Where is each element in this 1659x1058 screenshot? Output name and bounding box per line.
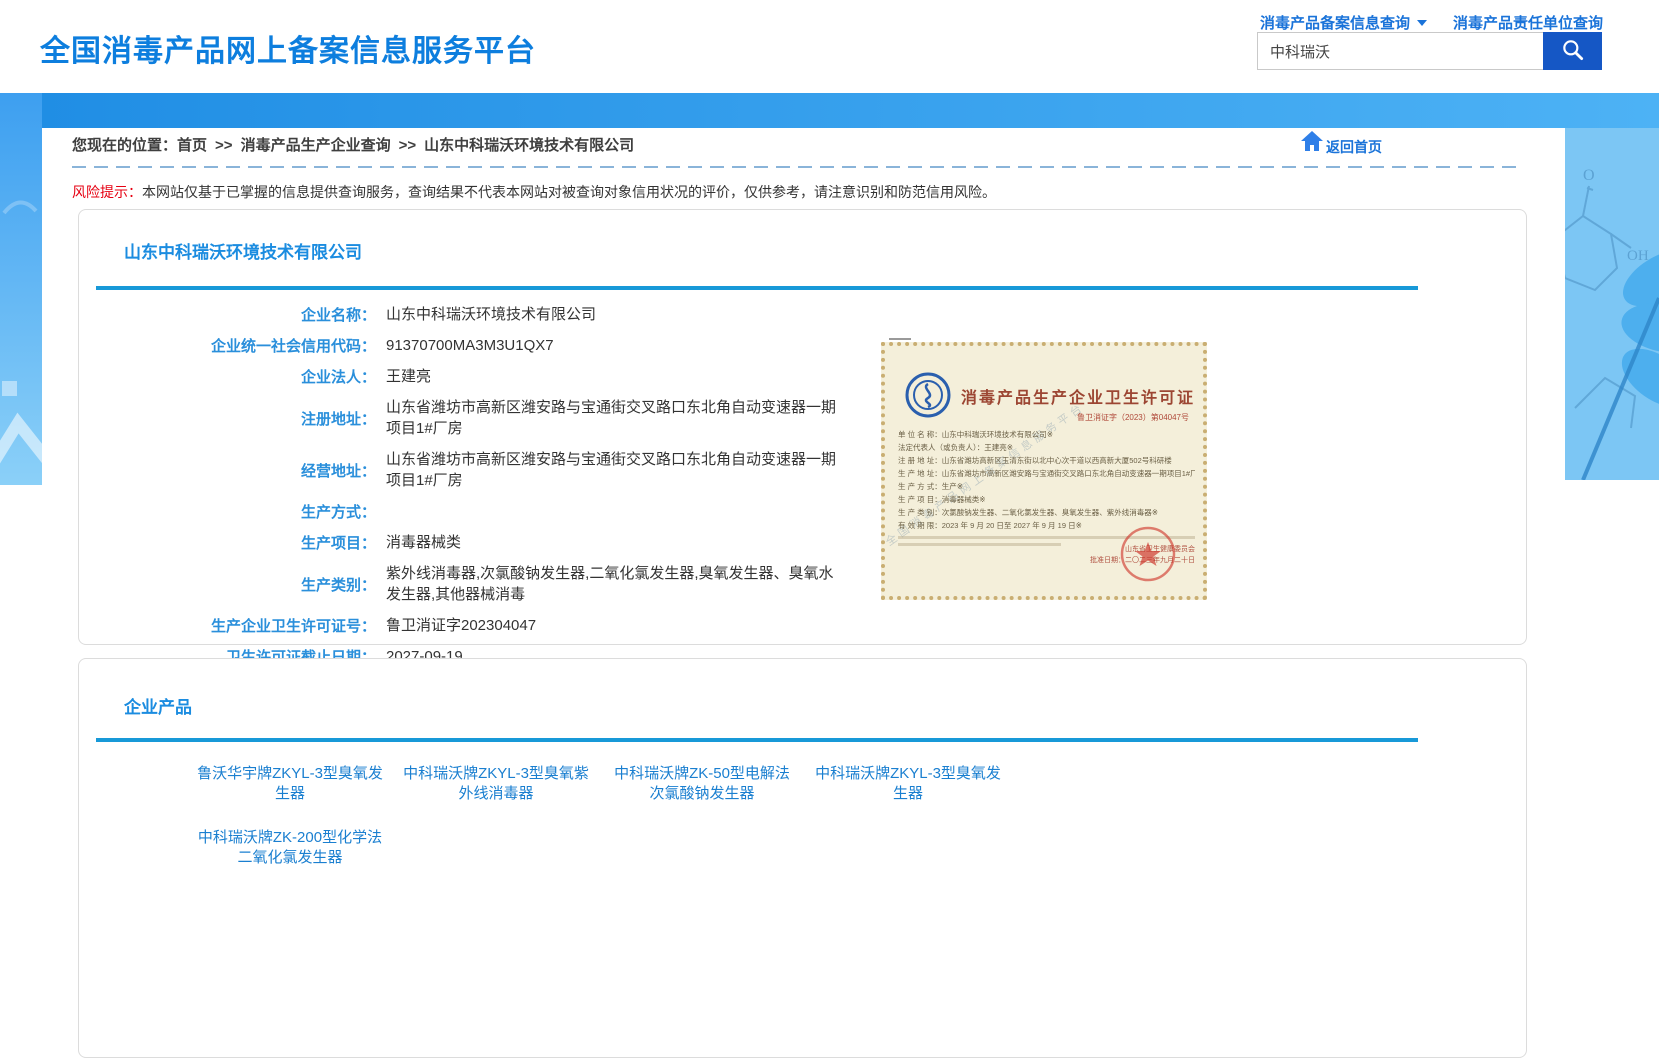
field-value: 鲁卫消证字202304047 [386,615,846,636]
certificate-line: 法定代表人（或负责人）：王建亮※ [898,441,1195,454]
svg-text:O: O [1583,167,1595,184]
search-bar [1257,32,1602,70]
certificate-number: 鲁卫消证字（2023）第04047号 [1077,412,1189,423]
field-row: 生产项目： 消毒器械类 [79,532,949,553]
card-title-divider [96,286,1418,290]
search-button[interactable] [1543,32,1602,70]
breadcrumb-enterprise-query[interactable]: 消毒产品生产企业查询 [241,137,391,154]
field-row: 生产方式： [79,501,949,522]
search-icon [1560,37,1586,66]
search-input[interactable] [1257,32,1543,70]
breadcrumb-separator: >> [399,137,417,154]
return-home-label: 返回首页 [1326,137,1382,157]
products-card: 企业产品 鲁沃华宇牌ZKYL-3型臭氧发生器 中科瑞沃牌ZKYL-3型臭氧紫外线… [78,658,1527,1058]
field-label: 企业法人： [79,366,376,387]
breadcrumb-separator: >> [215,137,233,154]
field-label: 经营地址： [79,460,376,481]
certificate-line: 生 产 方 式：生产※ [898,480,1195,493]
field-value: 山东省潍坊市高新区潍安路与宝通街交叉路口东北角自动变速器一期项目1#厂房 [386,397,846,439]
page-title: 全国消毒产品网上备案信息服务平台 [40,26,536,70]
field-value: 紫外线消毒器,次氯酸钠发生器,二氧化氯发生器,臭氧发生器、臭氧水发生器,其他器械… [386,563,846,605]
nav-record-info-query[interactable]: 消毒产品备案信息查询 [1260,12,1427,33]
field-label: 生产企业卫生许可证号： [79,615,376,636]
risk-notice: 风险提示：本网站仅基于已掌握的信息提供查询服务，查询结果不代表本网站对被查询对象… [72,182,996,202]
field-row: 生产企业卫生许可证号： 鲁卫消证字202304047 [79,615,949,636]
field-label: 企业名称： [79,304,376,325]
field-row: 经营地址： 山东省潍坊市高新区潍安路与宝通街交叉路口东北角自动变速器一期项目1#厂… [79,449,949,491]
top-nav: 消毒产品备案信息查询 消毒产品责任单位查询 [1260,12,1603,33]
certificate-line: 生 产 地 址：山东省潍坊市高新区潍安路与宝通街交叉路口东北角自动变速器一期项目… [898,467,1195,480]
field-label: 注册地址： [79,408,376,429]
risk-notice-text: 本网站仅基于已掌握的信息提供查询服务，查询结果不代表本网站对被查询对象信用状况的… [142,184,996,200]
field-label: 企业统一社会信用代码： [79,335,376,356]
product-link[interactable]: 鲁沃华宇牌ZKYL-3型臭氧发生器 [187,764,393,804]
fine-print-decor [898,543,1061,546]
product-link[interactable]: 中科瑞沃牌ZK-50型电解法次氯酸钠发生器 [599,764,805,804]
return-home-link[interactable]: 返回首页 [1300,130,1382,157]
product-link[interactable]: 中科瑞沃牌ZK-200型化学法二氧化氯发生器 [187,828,393,868]
field-row: 企业名称： 山东中科瑞沃环境技术有限公司 [79,304,949,325]
card-title-divider [96,738,1418,742]
red-seal-icon [1119,525,1177,588]
field-value: 山东省潍坊市高新区潍安路与宝通街交叉路口东北角自动变速器一期项目1#厂房 [386,449,846,491]
product-link[interactable]: 中科瑞沃牌ZKYL-3型臭氧发生器 [805,764,1011,804]
health-emblem-icon [905,372,951,423]
field-value: 91370700MA3M3U1QX7 [386,335,846,356]
certificate-title: 消毒产品生产企业卫生许可证 [961,384,1195,408]
company-info-card: 山东中科瑞沃环境技术有限公司 企业名称： 山东中科瑞沃环境技术有限公司 企业统一社… [78,209,1527,645]
hygiene-license-certificate-image[interactable]: 全国消毒产品网上备案信息服务平台 消毒产品生产企业卫生许可证 鲁卫消证字（202… [881,342,1207,600]
breadcrumb: 您现在的位置：首页 >> 消毒产品生产企业查询 >> 山东中科瑞沃环境技术有限公司 [72,134,634,155]
field-row: 生产类别： 紫外线消毒器,次氯酸钠发生器,二氧化氯发生器,臭氧发生器、臭氧水发生器… [79,563,949,605]
field-row: 注册地址： 山东省潍坊市高新区潍安路与宝通街交叉路口东北角自动变速器一期项目1#厂… [79,397,949,439]
small-dash-decor [889,338,911,340]
left-decor-image [0,93,42,485]
company-fields: 企业名称： 山东中科瑞沃环境技术有限公司 企业统一社会信用代码： 91370700M… [79,304,949,677]
field-label: 生产方式： [79,501,376,522]
chevron-down-icon [1417,20,1427,26]
field-label: 生产项目： [79,532,376,553]
dashed-divider [72,166,1524,168]
product-list: 鲁沃华宇牌ZKYL-3型臭氧发生器 中科瑞沃牌ZKYL-3型臭氧紫外线消毒器 中… [187,764,1047,868]
field-row: 企业统一社会信用代码： 91370700MA3M3U1QX7 [79,335,949,356]
field-value: 消毒器械类 [386,532,846,553]
right-decor-image: O OH [1565,128,1659,480]
breadcrumb-current-page: 山东中科瑞沃环境技术有限公司 [424,137,634,154]
product-link[interactable]: 中科瑞沃牌ZKYL-3型臭氧紫外线消毒器 [393,764,599,804]
chart-arrow-decor [0,93,42,485]
certificate-line: 注 册 地 址：山东省潍坊高新区玉清东街以北中心次干道以西高新大厦502号科研楼 [898,454,1195,467]
nav-record-info-query-label: 消毒产品备案信息查询 [1260,12,1410,33]
field-label: 生产类别： [79,574,376,595]
company-card-title: 山东中科瑞沃环境技术有限公司 [124,238,362,263]
field-row: 企业法人： 王建亮 [79,366,949,387]
nav-responsible-unit-query-label: 消毒产品责任单位查询 [1453,12,1603,33]
field-value: 山东中科瑞沃环境技术有限公司 [386,304,846,325]
field-value: 王建亮 [386,366,846,387]
risk-notice-label: 风险提示： [72,184,142,200]
header-band [0,93,1659,128]
products-card-title: 企业产品 [124,693,192,718]
certificate-line: 生 产 类 别：次氯酸钠发生器、二氧化氯发生器、臭氧发生器、紫外线消毒器※ [898,506,1195,519]
svg-text:OH: OH [1627,248,1649,264]
breadcrumb-label: 您现在的位置： [72,137,177,154]
molecule-decor: O OH [1565,128,1659,480]
home-icon [1300,130,1324,157]
certificate-line: 单 位 名 称：山东中科瑞沃环境技术有限公司※ [898,428,1195,441]
nav-responsible-unit-query[interactable]: 消毒产品责任单位查询 [1453,12,1603,33]
certificate-line: 生 产 项 目：消毒器械类※ [898,493,1195,506]
breadcrumb-home[interactable]: 首页 [177,137,207,154]
